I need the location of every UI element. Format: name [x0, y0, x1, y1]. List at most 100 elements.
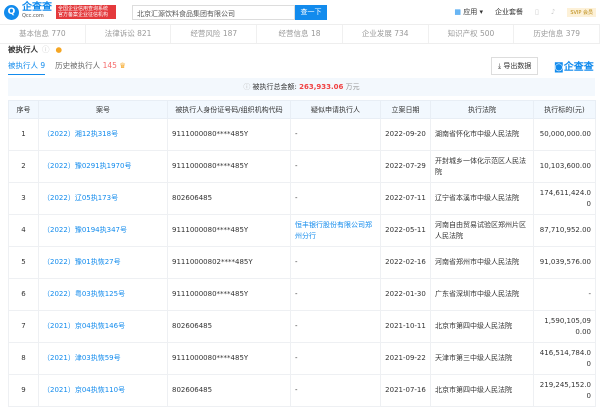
case-number[interactable]: （2022）辽05执173号	[38, 182, 168, 215]
case-number[interactable]: （2021）京04执恢146号	[38, 310, 168, 343]
court: 湖南省怀化市中级人民法院	[430, 118, 534, 151]
applicant[interactable]: 恒丰银行股份有限公司郑州分行	[290, 214, 381, 247]
case-number[interactable]: （2021）京04执恢110号	[38, 374, 168, 407]
table-row: 7 （2021）京04执恢146号 802606485-2021-10-11 北京市第…	[8, 310, 596, 343]
grid-icon: ▦	[454, 8, 461, 16]
certification-badge: 全国企业信用查询系统 官方备案企业征信机构	[56, 5, 116, 19]
row-index: 5	[8, 246, 39, 279]
total-amount-bar: ⓘ 被执行总金额: 263,933.06 万元	[8, 78, 595, 96]
id-code: 9111000080****485Y	[167, 118, 291, 151]
bell-icon[interactable]: ♪	[551, 8, 555, 16]
filing-date: 2022-07-29	[380, 150, 431, 183]
court: 北京市第四中级人民法院	[430, 374, 534, 407]
tab-count: 770	[51, 29, 66, 38]
amount: 10,103,600.00	[533, 150, 596, 183]
tab-label: 被执行人	[8, 61, 38, 70]
tab-label: 企业发展	[361, 29, 392, 38]
id-code: 91110000802****485Y	[167, 246, 291, 279]
table-row: 5 （2022）豫01执恢27号 91110000802****485Y -2022-…	[8, 246, 596, 279]
column-header: 案号	[38, 100, 168, 119]
tab-3[interactable]: 经营信息 18	[257, 25, 343, 43]
row-index: 4	[8, 214, 39, 247]
row-index: 2	[8, 150, 39, 183]
filing-date: 2022-01-30	[380, 278, 431, 311]
court: 开封城乡一体化示范区人民法院	[430, 150, 534, 183]
section-title-text: 被执行人	[8, 45, 38, 54]
applicant: -	[290, 310, 381, 343]
court: 河南自由贸易试验区郑州片区人民法院	[430, 214, 534, 247]
phone-icon[interactable]: ▯	[535, 8, 539, 16]
logo[interactable]: Q 企查查 Qcc.com	[4, 3, 52, 21]
tab-6[interactable]: 历史信息 379	[514, 25, 600, 43]
info-icon: ⓘ	[243, 83, 251, 91]
amount: 174,611,424.00	[533, 182, 596, 215]
logo-sub: Qcc.com	[22, 13, 44, 19]
id-code: 802606485	[167, 310, 291, 343]
amount: 219,245,152.00	[533, 374, 596, 407]
applicant: -	[290, 342, 381, 375]
column-header: 执行标的(元)	[533, 100, 596, 119]
total-label: 被执行总金额:	[252, 83, 297, 91]
id-code: 9111000080****485Y	[167, 278, 291, 311]
search-button[interactable]: 查一下	[295, 4, 327, 20]
applicant: -	[290, 118, 381, 151]
vip-icon: ●	[55, 45, 63, 54]
tab-label: 历史被执行人	[55, 61, 101, 70]
tab-2[interactable]: 经营风险 187	[171, 25, 258, 43]
applicant: -	[290, 150, 381, 183]
id-code: 9111000080****485Y	[167, 342, 291, 375]
search-input[interactable]: 北京汇源饮料食品集团有限公司	[132, 4, 295, 20]
package-link[interactable]: 企业套餐	[495, 7, 523, 17]
watermark-logo: ◙企查查	[554, 62, 594, 73]
filing-date: 2022-07-11	[380, 182, 431, 215]
applicant: -	[290, 246, 381, 279]
total-unit: 万元	[345, 83, 360, 91]
case-number[interactable]: （2021）津03执恢59号	[38, 342, 168, 375]
applicant: -	[290, 278, 381, 311]
case-number[interactable]: （2022）湘12执318号	[38, 118, 168, 151]
apps-menu[interactable]: ▦ 应用 ▾	[454, 7, 483, 17]
export-label: 导出数据	[503, 62, 532, 70]
tab-count: 500	[479, 29, 495, 38]
export-button[interactable]: ⤓ 导出数据	[491, 57, 539, 75]
tab-5[interactable]: 知识产权 500	[429, 25, 515, 43]
case-number[interactable]: （2022）豫01执恢27号	[38, 246, 168, 279]
table-row: 3 （2022）辽05执173号 802606485-2022-07-11 辽宁省本溪…	[8, 182, 596, 215]
court: 广东省深圳市中级人民法院	[430, 278, 534, 311]
row-index: 7	[8, 310, 39, 343]
table-row: 1 （2022）湘12执318号 9111000080****485Y -2022-0…	[8, 118, 596, 151]
tab-1[interactable]: 法律诉讼 821	[86, 25, 172, 43]
row-index: 1	[8, 118, 39, 151]
table-row: 8 （2021）津03执恢59号 9111000080****485Y -2021-0…	[8, 342, 596, 375]
court: 北京市第四中级人民法院	[430, 310, 534, 343]
case-number[interactable]: （2022）粤03执恢125号	[38, 278, 168, 311]
sub-tabs: 被执行人 9 历史被执行人 145 ♛	[8, 60, 126, 75]
vip-icon: ♛	[119, 61, 127, 70]
case-number[interactable]: （2022）豫0291执1970号	[38, 150, 168, 183]
case-number[interactable]: （2022）豫0194执347号	[38, 214, 168, 247]
court: 天津市第三中级人民法院	[430, 342, 534, 375]
id-code: 802606485	[167, 374, 291, 407]
tab-count: 187	[222, 29, 238, 38]
tab-current-executed[interactable]: 被执行人 9	[8, 60, 46, 75]
logo-icon: Q	[4, 4, 19, 20]
id-code: 9111000080****485Y	[167, 214, 291, 247]
row-index: 6	[8, 278, 39, 311]
applicant: -	[290, 374, 381, 407]
table-row: 6 （2022）粤03执恢125号 9111000080****485Y -2022-…	[8, 278, 596, 311]
vip-badge[interactable]: SVIP 会员	[567, 7, 596, 17]
tab-history-executed[interactable]: 历史被执行人 145 ♛	[55, 60, 126, 75]
applicant: -	[290, 182, 381, 215]
tab-0[interactable]: 基本信息 770	[0, 25, 86, 43]
tab-count: 379	[565, 29, 581, 38]
tab-4[interactable]: 企业发展 734	[343, 25, 429, 43]
amount: 1,590,105,090.00	[533, 310, 596, 343]
table-row: 4 （2022）豫0194执347号 9111000080****485Y 恒丰银行股…	[8, 214, 596, 247]
info-icon[interactable]: ⓘ	[42, 45, 50, 54]
column-header: 被执行人身份证号码/组织机构代码	[167, 100, 291, 119]
filing-date: 2021-09-22	[380, 342, 431, 375]
amount: 87,710,952.00	[533, 214, 596, 247]
tab-count: 821	[137, 29, 152, 38]
download-icon: ⤓	[498, 62, 502, 70]
court: 河南省郑州市中级人民法院	[430, 246, 534, 279]
